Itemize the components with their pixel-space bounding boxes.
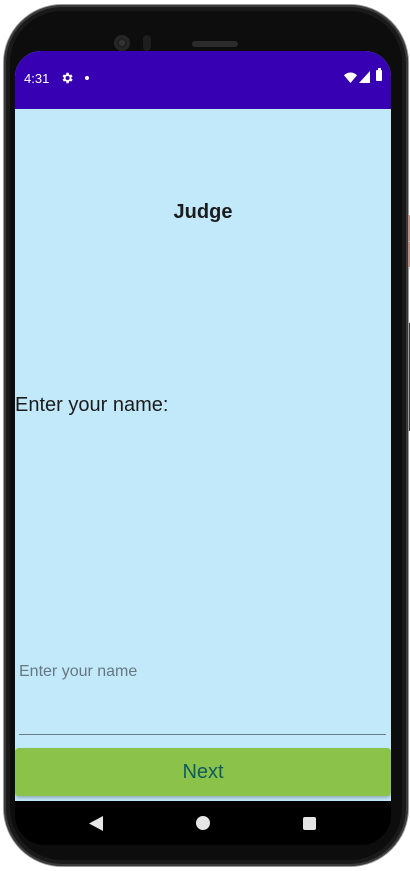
- navigation-bar: [15, 801, 391, 845]
- proximity-sensor: [143, 35, 151, 51]
- back-icon[interactable]: [89, 816, 103, 831]
- battery-icon: [376, 68, 382, 81]
- notification-dot-icon: [85, 76, 89, 80]
- next-button[interactable]: Next: [15, 748, 391, 796]
- recents-icon[interactable]: [303, 817, 316, 830]
- status-time: 4:31: [24, 71, 50, 86]
- name-prompt-label: Enter your name:: [15, 394, 169, 416]
- signal-icon: [359, 71, 370, 83]
- front-camera: [114, 35, 130, 51]
- wifi-icon: [344, 72, 357, 83]
- earpiece-speaker: [192, 41, 238, 47]
- app-screen: 4:31 Judge Enter your name: Next: [15, 51, 391, 801]
- page-title: Judge: [173, 201, 233, 223]
- gear-icon: [62, 72, 73, 84]
- name-input[interactable]: [19, 599, 386, 735]
- status-bar: 4:31: [15, 51, 391, 109]
- home-icon[interactable]: [196, 816, 210, 830]
